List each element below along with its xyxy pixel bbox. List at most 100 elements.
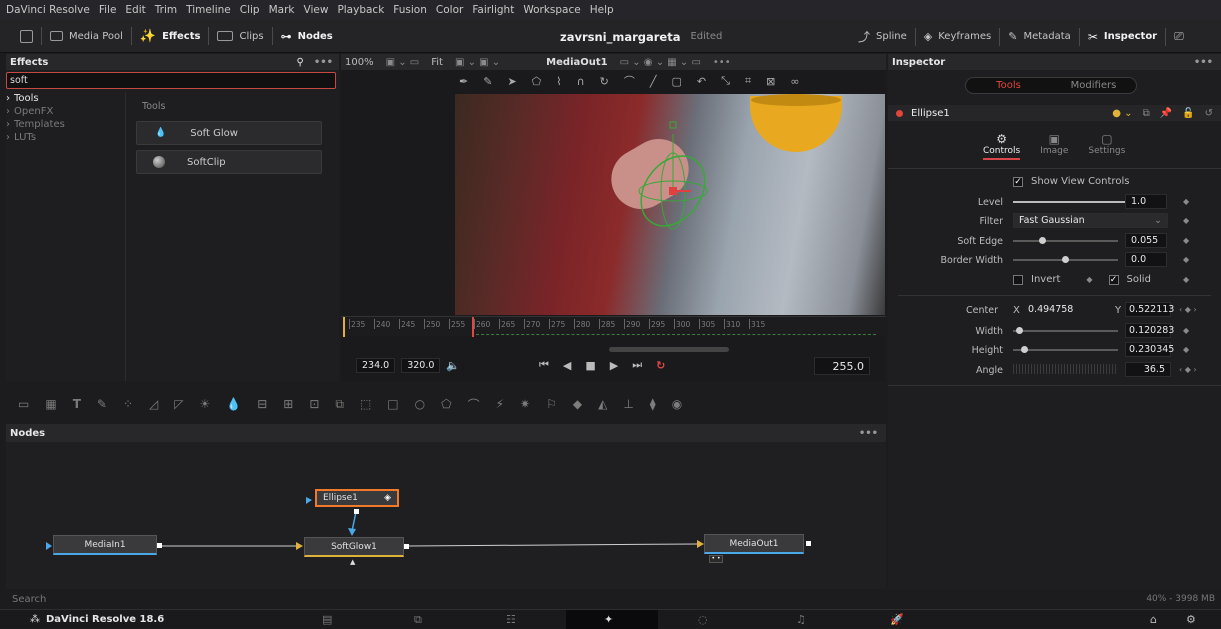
- text-tool-icon[interactable]: T: [73, 397, 81, 411]
- menu-timeline[interactable]: Timeline: [186, 4, 231, 16]
- loop-icon[interactable]: ↻: [656, 359, 665, 372]
- viewer-image[interactable]: [455, 94, 885, 315]
- cc-tool-icon[interactable]: ◿: [149, 397, 158, 411]
- menu-clip[interactable]: Clip: [240, 4, 260, 16]
- fairlight-page-icon[interactable]: ♫: [796, 613, 806, 626]
- tree-item-tools[interactable]: › Tools: [6, 92, 125, 105]
- resize-tool-icon[interactable]: ⬚: [360, 397, 371, 411]
- zoom-dropdown[interactable]: 100%: [345, 57, 374, 68]
- out-point-field[interactable]: 320.0: [401, 358, 441, 373]
- matte-tool-icon[interactable]: ⊞: [283, 397, 293, 411]
- camera3d-tool-icon[interactable]: ◭: [598, 397, 607, 411]
- line-tool-icon[interactable]: ╱: [650, 75, 657, 88]
- path-tool-icon[interactable]: ↶: [697, 75, 706, 88]
- node-ellipse[interactable]: Ellipse1 ◈: [315, 489, 399, 507]
- emitter-tool-icon[interactable]: ⚐: [546, 397, 557, 411]
- cut-page-icon[interactable]: ⧉: [414, 613, 422, 627]
- output-port[interactable]: [157, 543, 162, 548]
- version-icon[interactable]: ⧉: [1143, 108, 1150, 119]
- menu-workspace[interactable]: Workspace: [523, 4, 580, 16]
- keyframe-diamond-icon[interactable]: ◆: [1086, 275, 1092, 284]
- angle-thumbwheel[interactable]: [1013, 364, 1118, 374]
- panel-toggle-button[interactable]: [0, 20, 41, 53]
- menu-file[interactable]: File: [99, 4, 117, 16]
- keyframe-diamond-icon[interactable]: ◆: [1183, 275, 1189, 284]
- playhead[interactable]: [472, 317, 474, 337]
- time-ruler[interactable]: 235 240 245 250 255 260 265 270 275 280 285 290 295 3…: [341, 316, 886, 337]
- tree-item-luts[interactable]: › LUTs: [6, 131, 125, 144]
- node-mediain[interactable]: MediaIn1: [53, 535, 157, 555]
- menu-view[interactable]: View: [304, 4, 329, 16]
- color-dot-icon[interactable]: ● ⌄: [1112, 108, 1132, 119]
- render3d-tool-icon[interactable]: ◉: [672, 397, 682, 411]
- bspline-tool-icon[interactable]: ⌇: [556, 75, 561, 88]
- viewer-display-icon[interactable]: ▭ ⌄ ◉ ⌄ ▦ ⌄ ▭: [620, 57, 701, 68]
- tree-item-openfx[interactable]: › OpenFX: [6, 105, 125, 118]
- polygon-mask-icon[interactable]: ⬠: [441, 397, 451, 411]
- height-slider[interactable]: [1013, 349, 1118, 351]
- effect-item-soft-glow[interactable]: 💧 Soft Glow: [136, 121, 322, 145]
- output-port[interactable]: [354, 509, 359, 514]
- rect-mask-icon[interactable]: □: [387, 397, 398, 411]
- channel-icon[interactable]: ▣ ⌄ ▣ ⌄: [455, 57, 500, 68]
- soft-edge-knob[interactable]: [1039, 237, 1046, 244]
- clips-button[interactable]: Clips: [209, 20, 271, 53]
- keyframe-diamond-icon[interactable]: ◆: [1183, 345, 1189, 354]
- bright-tool-icon[interactable]: ☀: [199, 397, 210, 411]
- center-y-field[interactable]: 0.522113: [1125, 302, 1174, 317]
- effects-button[interactable]: ✨ Effects: [132, 20, 209, 53]
- pen-tool-icon[interactable]: ✒: [459, 75, 468, 88]
- metadata-button[interactable]: ✎ Metadata: [1000, 20, 1079, 53]
- keyframes-button[interactable]: ◈ Keyframes: [916, 20, 999, 53]
- menu-fusion[interactable]: Fusion: [393, 4, 427, 16]
- view-options-icon[interactable]: ▣ ⌄ ▭: [386, 57, 420, 68]
- soft-edge-slider[interactable]: [1013, 240, 1118, 242]
- pin-icon[interactable]: 📌: [1160, 108, 1172, 119]
- output-port[interactable]: [404, 544, 409, 549]
- subtab-settings[interactable]: ▢ Settings: [1088, 132, 1125, 160]
- width-field[interactable]: 0.120283: [1125, 323, 1174, 338]
- ellipse-mask-icon[interactable]: ○: [415, 397, 425, 411]
- ellipse-mask-overlay[interactable]: [625, 114, 725, 254]
- keyframe-nav-icon[interactable]: ‹ ◆ ›: [1179, 365, 1197, 374]
- tab-tools[interactable]: Tools: [966, 78, 1051, 93]
- media-page-icon[interactable]: ▤: [322, 613, 332, 626]
- curve-tool-icon[interactable]: ⌒: [624, 73, 635, 89]
- magnet-tool-icon[interactable]: ∩: [577, 75, 585, 88]
- tab-modifiers[interactable]: Modifiers: [1051, 78, 1136, 93]
- enable-dot-icon[interactable]: [896, 109, 903, 117]
- keyframe-diamond-icon[interactable]: ◆: [1183, 236, 1189, 245]
- in-point-field[interactable]: 234.0: [356, 358, 396, 373]
- brush-tool-icon[interactable]: ✎: [483, 75, 492, 88]
- merge3d-tool-icon[interactable]: ⧫: [650, 397, 656, 411]
- jump-end-icon[interactable]: ⏭: [632, 358, 642, 372]
- level-slider[interactable]: [1013, 201, 1133, 203]
- solid-checkbox[interactable]: ✓: [1108, 274, 1119, 285]
- keyframe-diamond-icon[interactable]: ◆: [1183, 197, 1189, 206]
- gear-icon[interactable]: ⚙: [1186, 613, 1196, 626]
- monitor-button[interactable]: ⎚: [1166, 20, 1192, 53]
- center-x-field[interactable]: 0.494758: [1023, 302, 1073, 317]
- tracker-tool-icon[interactable]: ⚡: [496, 397, 504, 411]
- blur-tool-icon[interactable]: 💧: [226, 397, 241, 411]
- menu-edit[interactable]: Edit: [125, 4, 145, 16]
- keyframe-nav-icon[interactable]: ‹ ◆ ›: [1179, 305, 1197, 314]
- border-width-field[interactable]: 0.0: [1125, 252, 1167, 267]
- nodes-button[interactable]: ⊶ Nodes: [273, 20, 341, 53]
- home-icon[interactable]: ⌂: [1150, 613, 1157, 626]
- select-tool-icon[interactable]: ➤: [507, 75, 516, 88]
- image-tool-icon[interactable]: ▦: [45, 397, 56, 411]
- transform-tool-icon[interactable]: ⤡: [721, 74, 730, 88]
- level-field[interactable]: 1.0: [1125, 194, 1167, 209]
- keyframe-diamond-icon[interactable]: ◆: [1183, 216, 1189, 225]
- search-icon[interactable]: ⚲: [296, 57, 303, 68]
- spline-button[interactable]: ⤴ Spline: [850, 20, 915, 53]
- menu-help[interactable]: Help: [590, 4, 614, 16]
- paint-tool-icon[interactable]: ✎: [97, 397, 107, 411]
- more-options-icon[interactable]: •••: [314, 57, 333, 68]
- play-icon[interactable]: ▶: [610, 359, 618, 372]
- merge-tool-icon[interactable]: ⊟: [257, 397, 267, 411]
- menu-mark[interactable]: Mark: [269, 4, 295, 16]
- link-tool-icon[interactable]: ∞: [790, 75, 799, 88]
- channel-tool-icon[interactable]: ⊡: [309, 397, 319, 411]
